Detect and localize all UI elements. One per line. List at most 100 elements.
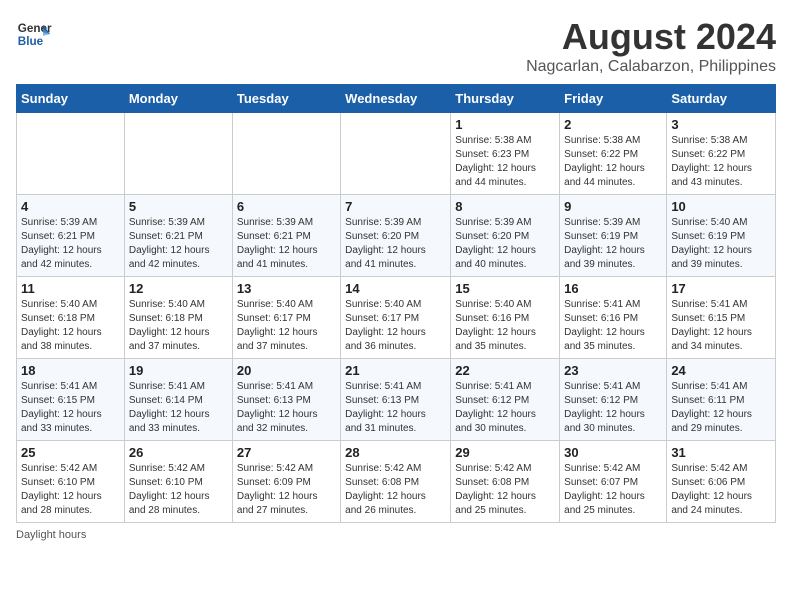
day-header-thursday: Thursday bbox=[451, 85, 560, 113]
main-title: August 2024 bbox=[526, 16, 776, 58]
calendar-cell: 13Sunrise: 5:40 AM Sunset: 6:17 PM Dayli… bbox=[232, 277, 340, 359]
day-number: 6 bbox=[237, 199, 336, 214]
day-number: 15 bbox=[455, 281, 555, 296]
day-info: Sunrise: 5:39 AM Sunset: 6:21 PM Dayligh… bbox=[21, 216, 120, 272]
calendar-cell: 10Sunrise: 5:40 AM Sunset: 6:19 PM Dayli… bbox=[667, 195, 776, 277]
calendar-cell: 15 Sunrise: 5:40 AM Sunset: 6:16 PM Dayli… bbox=[451, 277, 560, 359]
calendar-cell: 20 Sunrise: 5:41 AM Sunset: 6:13 PM Dayli… bbox=[232, 359, 340, 441]
day-number: 3 bbox=[671, 117, 771, 132]
calendar-cell: 21Sunrise: 5:41 AM Sunset: 6:13 PM Dayli… bbox=[341, 359, 451, 441]
calendar-cell: 12 Sunrise: 5:40 AM Sunset: 6:18 PM Dayli… bbox=[124, 277, 232, 359]
day-info: Sunrise: 5:42 AM Sunset: 6:10 PM Dayligh… bbox=[21, 462, 120, 518]
day-number: 21 bbox=[345, 363, 446, 378]
calendar-cell: 30 Sunrise: 5:42 AM Sunset: 6:07 PM Dayli… bbox=[560, 441, 667, 523]
calendar-cell: 4 Sunrise: 5:39 AM Sunset: 6:21 PM Daylig… bbox=[17, 195, 125, 277]
day-info: Sunrise: 5:38 AM Sunset: 6:23 PM Dayligh… bbox=[455, 134, 555, 190]
day-info: Sunrise: 5:39 AM Sunset: 6:21 PM Dayligh… bbox=[129, 216, 228, 272]
calendar-week-5: 25 Sunrise: 5:42 AM Sunset: 6:10 PM Dayli… bbox=[17, 441, 776, 523]
calendar-cell: 14 Sunrise: 5:40 AM Sunset: 6:17 PM Dayli… bbox=[341, 277, 451, 359]
day-number: 4 bbox=[21, 199, 120, 214]
day-number: 23 bbox=[564, 363, 662, 378]
day-number: 28 bbox=[345, 445, 446, 460]
logo: General Blue bbox=[16, 16, 52, 52]
title-area: August 2024 Nagcarlan, Calabarzon, Phili… bbox=[526, 16, 776, 76]
day-info: Sunrise: 5:42 AM Sunset: 6:09 PM Dayligh… bbox=[237, 462, 336, 518]
day-number: 29 bbox=[455, 445, 555, 460]
day-info: Sunrise: 5:40 AM Sunset: 6:17 PM Dayligh… bbox=[345, 298, 446, 354]
day-number: 17 bbox=[671, 281, 771, 296]
calendar-week-3: 11Sunrise: 5:40 AM Sunset: 6:18 PM Dayli… bbox=[17, 277, 776, 359]
day-header-sunday: Sunday bbox=[17, 85, 125, 113]
calendar-cell: 1 Sunrise: 5:38 AM Sunset: 6:23 PM Daylig… bbox=[451, 113, 560, 195]
day-info: Sunrise: 5:40 AM Sunset: 6:18 PM Dayligh… bbox=[129, 298, 228, 354]
day-info: Sunrise: 5:41 AM Sunset: 6:13 PM Dayligh… bbox=[237, 380, 336, 436]
calendar-cell: 25 Sunrise: 5:42 AM Sunset: 6:10 PM Dayli… bbox=[17, 441, 125, 523]
day-info: Sunrise: 5:42 AM Sunset: 6:06 PM Dayligh… bbox=[671, 462, 771, 518]
calendar-cell: 27Sunrise: 5:42 AM Sunset: 6:09 PM Dayli… bbox=[232, 441, 340, 523]
day-number: 20 bbox=[237, 363, 336, 378]
day-info: Sunrise: 5:41 AM Sunset: 6:16 PM Dayligh… bbox=[564, 298, 662, 354]
day-info: Sunrise: 5:42 AM Sunset: 6:08 PM Dayligh… bbox=[455, 462, 555, 518]
calendar-cell: 16 Sunrise: 5:41 AM Sunset: 6:16 PM Dayli… bbox=[560, 277, 667, 359]
day-number: 25 bbox=[21, 445, 120, 460]
calendar-cell: 5Sunrise: 5:39 AM Sunset: 6:21 PM Daylig… bbox=[124, 195, 232, 277]
day-header-tuesday: Tuesday bbox=[232, 85, 340, 113]
calendar-cell bbox=[341, 113, 451, 195]
day-header-friday: Friday bbox=[560, 85, 667, 113]
calendar-cell bbox=[124, 113, 232, 195]
day-info: Sunrise: 5:38 AM Sunset: 6:22 PM Dayligh… bbox=[564, 134, 662, 190]
svg-text:Blue: Blue bbox=[18, 35, 44, 48]
day-number: 18 bbox=[21, 363, 120, 378]
calendar-cell: 6Sunrise: 5:39 AM Sunset: 6:21 PM Daylig… bbox=[232, 195, 340, 277]
calendar-cell: 19 Sunrise: 5:41 AM Sunset: 6:14 PM Dayli… bbox=[124, 359, 232, 441]
day-info: Sunrise: 5:40 AM Sunset: 6:16 PM Dayligh… bbox=[455, 298, 555, 354]
day-info: Sunrise: 5:41 AM Sunset: 6:15 PM Dayligh… bbox=[671, 298, 771, 354]
logo-icon: General Blue bbox=[16, 16, 52, 52]
calendar-week-4: 18Sunrise: 5:41 AM Sunset: 6:15 PM Dayli… bbox=[17, 359, 776, 441]
day-number: 24 bbox=[671, 363, 771, 378]
calendar-week-2: 4 Sunrise: 5:39 AM Sunset: 6:21 PM Daylig… bbox=[17, 195, 776, 277]
day-header-saturday: Saturday bbox=[667, 85, 776, 113]
day-info: Sunrise: 5:40 AM Sunset: 6:17 PM Dayligh… bbox=[237, 298, 336, 354]
calendar-cell: 11Sunrise: 5:40 AM Sunset: 6:18 PM Dayli… bbox=[17, 277, 125, 359]
day-number: 30 bbox=[564, 445, 662, 460]
footer: Daylight hours bbox=[16, 529, 776, 541]
calendar-cell: 28Sunrise: 5:42 AM Sunset: 6:08 PM Dayli… bbox=[341, 441, 451, 523]
calendar-cell: 24 Sunrise: 5:41 AM Sunset: 6:11 PM Dayli… bbox=[667, 359, 776, 441]
day-number: 19 bbox=[129, 363, 228, 378]
calendar: SundayMondayTuesdayWednesdayThursdayFrid… bbox=[16, 84, 776, 523]
calendar-cell: 23 Sunrise: 5:41 AM Sunset: 6:12 PM Dayli… bbox=[560, 359, 667, 441]
day-number: 9 bbox=[564, 199, 662, 214]
day-number: 2 bbox=[564, 117, 662, 132]
day-number: 1 bbox=[455, 117, 555, 132]
calendar-cell: 26Sunrise: 5:42 AM Sunset: 6:10 PM Dayli… bbox=[124, 441, 232, 523]
header: General Blue August 2024 Nagcarlan, Cala… bbox=[16, 16, 776, 76]
calendar-cell: 22 Sunrise: 5:41 AM Sunset: 6:12 PM Dayli… bbox=[451, 359, 560, 441]
day-info: Sunrise: 5:39 AM Sunset: 6:19 PM Dayligh… bbox=[564, 216, 662, 272]
calendar-week-1: 1 Sunrise: 5:38 AM Sunset: 6:23 PM Daylig… bbox=[17, 113, 776, 195]
calendar-cell: 29 Sunrise: 5:42 AM Sunset: 6:08 PM Dayli… bbox=[451, 441, 560, 523]
day-number: 22 bbox=[455, 363, 555, 378]
day-info: Sunrise: 5:41 AM Sunset: 6:14 PM Dayligh… bbox=[129, 380, 228, 436]
day-info: Sunrise: 5:41 AM Sunset: 6:12 PM Dayligh… bbox=[564, 380, 662, 436]
day-info: Sunrise: 5:41 AM Sunset: 6:11 PM Dayligh… bbox=[671, 380, 771, 436]
day-header-wednesday: Wednesday bbox=[341, 85, 451, 113]
calendar-cell: 17 Sunrise: 5:41 AM Sunset: 6:15 PM Dayli… bbox=[667, 277, 776, 359]
day-header-monday: Monday bbox=[124, 85, 232, 113]
day-number: 26 bbox=[129, 445, 228, 460]
daylight-label: Daylight hours bbox=[16, 529, 86, 541]
calendar-cell: 18Sunrise: 5:41 AM Sunset: 6:15 PM Dayli… bbox=[17, 359, 125, 441]
calendar-cell: 31 Sunrise: 5:42 AM Sunset: 6:06 PM Dayli… bbox=[667, 441, 776, 523]
day-info: Sunrise: 5:42 AM Sunset: 6:07 PM Dayligh… bbox=[564, 462, 662, 518]
day-info: Sunrise: 5:38 AM Sunset: 6:22 PM Dayligh… bbox=[671, 134, 771, 190]
header-row: SundayMondayTuesdayWednesdayThursdayFrid… bbox=[17, 85, 776, 113]
calendar-cell: 7Sunrise: 5:39 AM Sunset: 6:20 PM Daylig… bbox=[341, 195, 451, 277]
day-number: 16 bbox=[564, 281, 662, 296]
day-number: 12 bbox=[129, 281, 228, 296]
day-number: 31 bbox=[671, 445, 771, 460]
day-info: Sunrise: 5:41 AM Sunset: 6:12 PM Dayligh… bbox=[455, 380, 555, 436]
day-number: 14 bbox=[345, 281, 446, 296]
day-number: 8 bbox=[455, 199, 555, 214]
subtitle: Nagcarlan, Calabarzon, Philippines bbox=[526, 58, 776, 76]
calendar-cell bbox=[17, 113, 125, 195]
